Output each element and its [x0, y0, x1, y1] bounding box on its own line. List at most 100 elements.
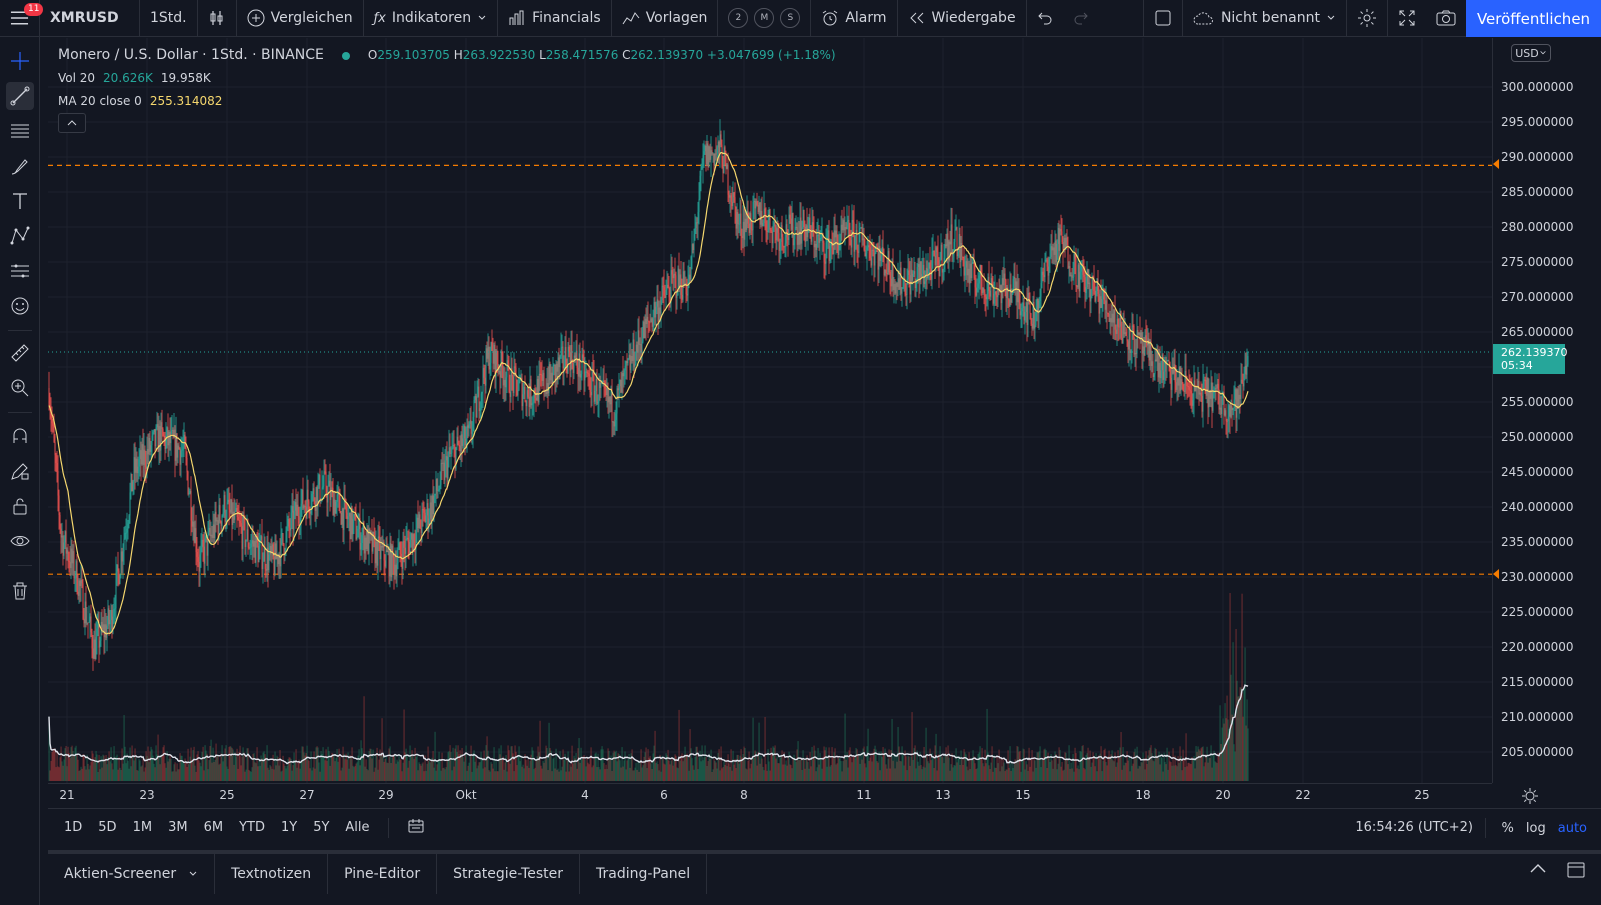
range-5d[interactable]: 5D: [90, 820, 124, 835]
log-scale-toggle[interactable]: log: [1520, 821, 1552, 836]
time-axis[interactable]: 21 23 25 27 29 Okt 4 6 8 11 13 15 18 20 22 25: [48, 783, 1492, 807]
chevron-up-icon[interactable]: [1529, 862, 1547, 874]
lock-tool[interactable]: [6, 492, 34, 520]
templates-button[interactable]: Vorlagen: [612, 0, 719, 37]
brush-tool[interactable]: [6, 152, 34, 180]
volume-bar: [186, 766, 188, 781]
delete-tool[interactable]: [6, 577, 34, 605]
volume-bar: [1102, 760, 1104, 781]
candle-body: [599, 382, 601, 388]
emoji-tool[interactable]: [6, 292, 34, 320]
prediction-tool[interactable]: [6, 257, 34, 285]
redo-button[interactable]: [1063, 0, 1099, 37]
range-ytd[interactable]: YTD: [231, 820, 273, 835]
ma-label[interactable]: MA 20 close 0: [58, 90, 142, 113]
hide-tool[interactable]: [6, 527, 34, 555]
tab-strategy-tester[interactable]: Strategie-Tester: [437, 854, 580, 894]
price-tick: 240.000000: [1501, 500, 1574, 514]
percent-scale-toggle[interactable]: %: [1496, 821, 1520, 836]
zoom-tool[interactable]: [6, 374, 34, 402]
volume-bar: [1089, 750, 1091, 781]
symbol-search-button[interactable]: XMRUSD: [40, 0, 140, 37]
fullscreen-button[interactable]: [1388, 0, 1426, 37]
undo-button[interactable]: [1027, 0, 1063, 37]
candle-body: [842, 220, 844, 231]
candle-body: [61, 535, 63, 538]
volume-bar: [764, 716, 766, 781]
draw-mode-tool[interactable]: [6, 457, 34, 485]
fib-tool[interactable]: [6, 117, 34, 145]
volume-bar: [108, 751, 110, 781]
chart-settings-icon[interactable]: [1520, 786, 1540, 806]
goto-date-button[interactable]: [399, 818, 433, 838]
candle-body: [71, 548, 73, 564]
candle-body: [507, 360, 509, 364]
legend-title[interactable]: Monero / U.S. Dollar · 1Std. · BINANCE: [58, 44, 324, 67]
clock-display[interactable]: 16:54:26 (UTC+2): [1355, 820, 1473, 835]
volume-bar: [881, 757, 883, 781]
volume-bar: [342, 746, 344, 781]
financials-button[interactable]: Financials: [498, 0, 612, 37]
range-all[interactable]: Alle: [337, 820, 377, 835]
settings-button[interactable]: [1347, 0, 1388, 37]
candle-body: [133, 457, 135, 482]
range-5y[interactable]: 5Y: [305, 820, 337, 835]
layout-name-button[interactable]: Nicht benannt: [1183, 0, 1347, 37]
layout-circle-2[interactable]: M: [754, 8, 775, 28]
alert-button[interactable]: Alarm: [811, 0, 898, 37]
tab-stock-screener[interactable]: Aktien-Screener: [48, 854, 216, 894]
volume-bar: [265, 757, 267, 781]
volume-bar: [604, 769, 606, 781]
volume-bar: [690, 748, 692, 781]
layout-circle-1[interactable]: 2: [728, 8, 749, 28]
maximize-panel-icon[interactable]: [1567, 862, 1585, 878]
range-1d[interactable]: 1D: [56, 820, 90, 835]
volume-bar: [1077, 765, 1079, 781]
candle-body: [427, 503, 429, 525]
publish-button[interactable]: Veröffentlichen: [1466, 0, 1601, 37]
volume-bar: [203, 770, 205, 781]
text-tool[interactable]: [6, 187, 34, 215]
volume-label[interactable]: Vol 20: [58, 67, 95, 90]
price-chart[interactable]: [48, 38, 1492, 783]
range-1m[interactable]: 1M: [125, 820, 161, 835]
chart-type-button[interactable]: [198, 0, 237, 37]
range-6m[interactable]: 6M: [196, 820, 232, 835]
volume-bar: [1154, 747, 1156, 781]
auto-scale-toggle[interactable]: auto: [1552, 821, 1593, 836]
layout-circle-3[interactable]: S: [780, 8, 801, 28]
layout-select-button[interactable]: [1142, 0, 1183, 37]
camera-icon: [1436, 10, 1456, 26]
measure-tool[interactable]: [6, 339, 34, 367]
snapshot-button[interactable]: [1426, 0, 1466, 37]
candle-body: [863, 238, 865, 250]
main-menu-button[interactable]: 11: [0, 0, 44, 37]
candle-body: [156, 424, 158, 428]
volume-bar: [544, 759, 546, 781]
range-3m[interactable]: 3M: [160, 820, 196, 835]
magnet-tool[interactable]: [6, 422, 34, 450]
replay-button[interactable]: Wiedergabe: [898, 0, 1027, 37]
volume-bar: [302, 746, 304, 781]
candle-body: [868, 245, 870, 248]
tab-text-notes[interactable]: Textnotizen: [215, 854, 329, 894]
indicators-button[interactable]: ƒx Indikatoren: [364, 0, 499, 37]
volume-bar: [542, 760, 544, 781]
tab-pine-editor[interactable]: Pine-Editor: [328, 854, 438, 894]
volume-bar: [394, 753, 396, 781]
tab-trading-panel[interactable]: Trading-Panel: [580, 854, 708, 894]
candle-body: [475, 395, 477, 418]
legend-collapse-button[interactable]: [58, 113, 86, 133]
chart-pane[interactable]: [48, 38, 1492, 783]
currency-select[interactable]: USD: [1511, 44, 1551, 62]
price-axis[interactable]: USD 262.139370 05:34 300.000000 295.00000…: [1492, 38, 1601, 783]
pattern-tool[interactable]: [6, 222, 34, 250]
compare-button[interactable]: Vergleichen: [237, 0, 364, 37]
volume-bar: [139, 760, 141, 781]
candle-body: [348, 513, 350, 517]
candle-body: [887, 251, 889, 274]
crosshair-tool[interactable]: [6, 47, 34, 75]
trendline-tool[interactable]: [6, 82, 34, 110]
range-1y[interactable]: 1Y: [273, 820, 305, 835]
interval-button[interactable]: 1Std.: [140, 0, 198, 37]
